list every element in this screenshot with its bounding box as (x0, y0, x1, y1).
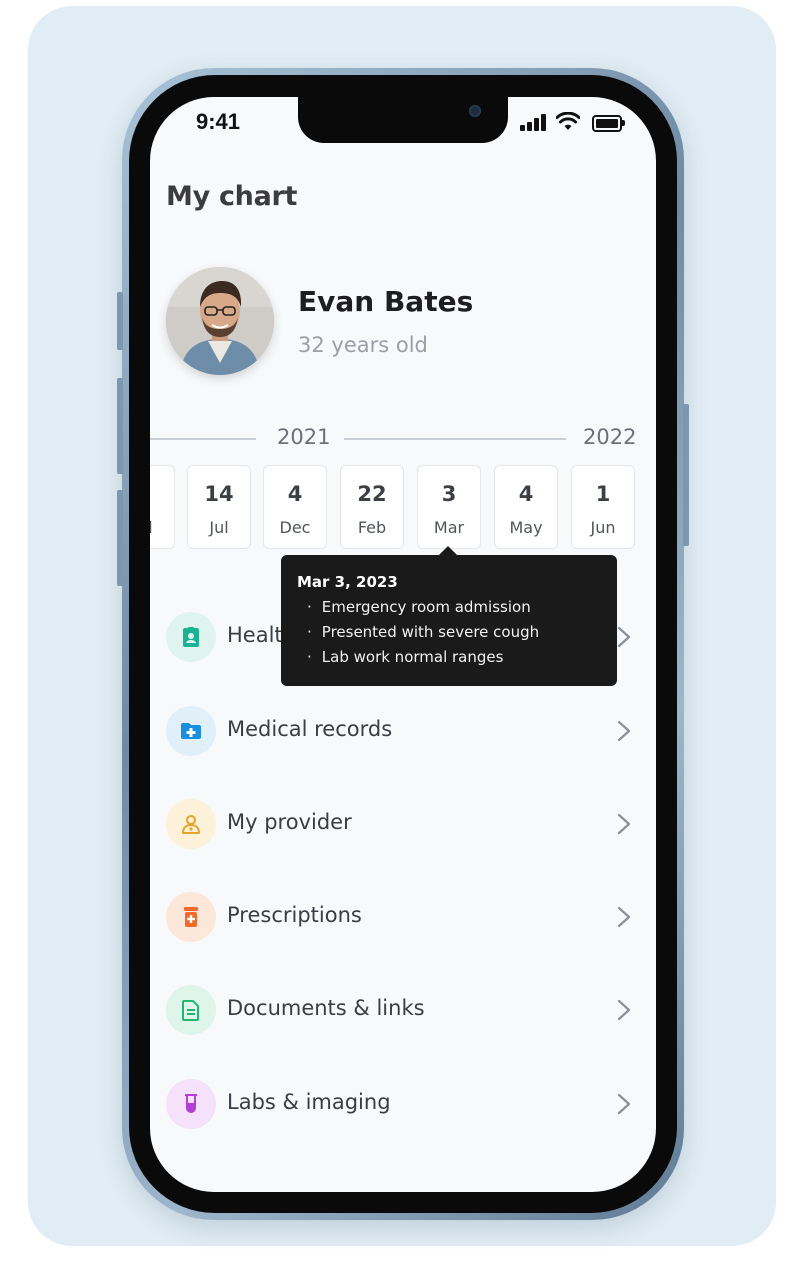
cellular-signal-icon (520, 113, 548, 131)
app-screen: 9:41 My chart Evan Bates 32 years old 20… (150, 97, 656, 1192)
date-day: 2 (150, 482, 174, 506)
year-divider-line (150, 438, 256, 440)
year-divider-line (344, 438, 566, 440)
avatar[interactable] (166, 267, 274, 375)
user-age: 32 years old (298, 333, 428, 357)
year-label: 2022 (583, 425, 637, 449)
page-title: My chart (166, 181, 298, 212)
chevron-right-icon (617, 1093, 631, 1115)
pill-bottle-icon (166, 892, 216, 942)
menu-item-prescriptions[interactable]: Prescriptions (150, 887, 656, 947)
phone-power-button (683, 404, 689, 546)
menu-item-label: Documents & links (227, 996, 425, 1020)
chevron-right-icon (617, 999, 631, 1021)
chevron-right-icon (617, 813, 631, 835)
phone-volume-down (117, 490, 123, 586)
chevron-right-icon (617, 720, 631, 742)
menu-item-label: My provider (227, 810, 352, 834)
date-month: Jul (209, 518, 229, 537)
status-time: 9:41 (196, 109, 241, 134)
document-icon (166, 985, 216, 1035)
year-label: 2021 (277, 425, 331, 449)
tooltip-line: Lab work normal ranges (307, 648, 504, 666)
menu-item-label: Labs & imaging (227, 1090, 391, 1114)
phone-side-button (117, 292, 123, 350)
date-month: Feb (357, 518, 387, 537)
date-month: Jul (150, 518, 153, 537)
timeline: 2021 2022 2 Jul 14 Jul 4 Dec 22 Feb 3 Ma… (150, 419, 656, 559)
notch (298, 97, 508, 143)
menu-item-label: Prescriptions (227, 903, 362, 927)
status-icons (520, 112, 630, 133)
timeline-date-card[interactable]: 2 Jul (150, 465, 175, 549)
avatar-photo (166, 267, 274, 375)
tooltip-line: Emergency room admission (307, 598, 531, 616)
front-camera (469, 105, 481, 117)
menu-item-medical-records[interactable]: Medical records (150, 701, 656, 761)
date-month: May (509, 518, 543, 537)
menu-item-label: Medical records (227, 717, 393, 741)
test-tube-icon (166, 1079, 216, 1129)
tooltip-line: Presented with severe cough (307, 623, 539, 641)
doctor-icon (166, 799, 216, 849)
date-day: 1 (595, 482, 611, 506)
id-badge-icon (166, 612, 216, 662)
date-day: 4 (287, 482, 303, 506)
chevron-right-icon (617, 906, 631, 928)
timeline-date-card[interactable]: 4 Dec (263, 465, 327, 549)
medical-folder-icon (166, 706, 216, 756)
tooltip-date: Mar 3, 2023 (297, 573, 398, 591)
phone-volume-up (117, 378, 123, 474)
timeline-date-card[interactable]: 22 Feb (340, 465, 404, 549)
date-month: Dec (279, 518, 311, 537)
timeline-date-card[interactable]: 1 Jun (571, 465, 635, 549)
user-name: Evan Bates (298, 285, 474, 318)
timeline-date-card[interactable]: 14 Jul (187, 465, 251, 549)
timeline-date-card[interactable]: 4 May (494, 465, 558, 549)
date-month: Jun (590, 518, 616, 537)
date-month: Mar (433, 518, 465, 537)
battery-icon (592, 115, 625, 132)
date-day: 14 (204, 482, 234, 506)
timeline-date-card-selected[interactable]: 3 Mar (417, 465, 481, 549)
menu-item-labs-imaging[interactable]: Labs & imaging (150, 1074, 656, 1134)
date-day: 4 (518, 482, 534, 506)
menu-item-documents-links[interactable]: Documents & links (150, 980, 656, 1040)
date-day: 22 (357, 482, 387, 506)
wifi-icon (556, 112, 580, 130)
menu-item-my-provider[interactable]: My provider (150, 794, 656, 854)
date-day: 3 (441, 482, 457, 506)
timeline-tooltip: Mar 3, 2023 Emergency room admission Pre… (281, 546, 617, 686)
